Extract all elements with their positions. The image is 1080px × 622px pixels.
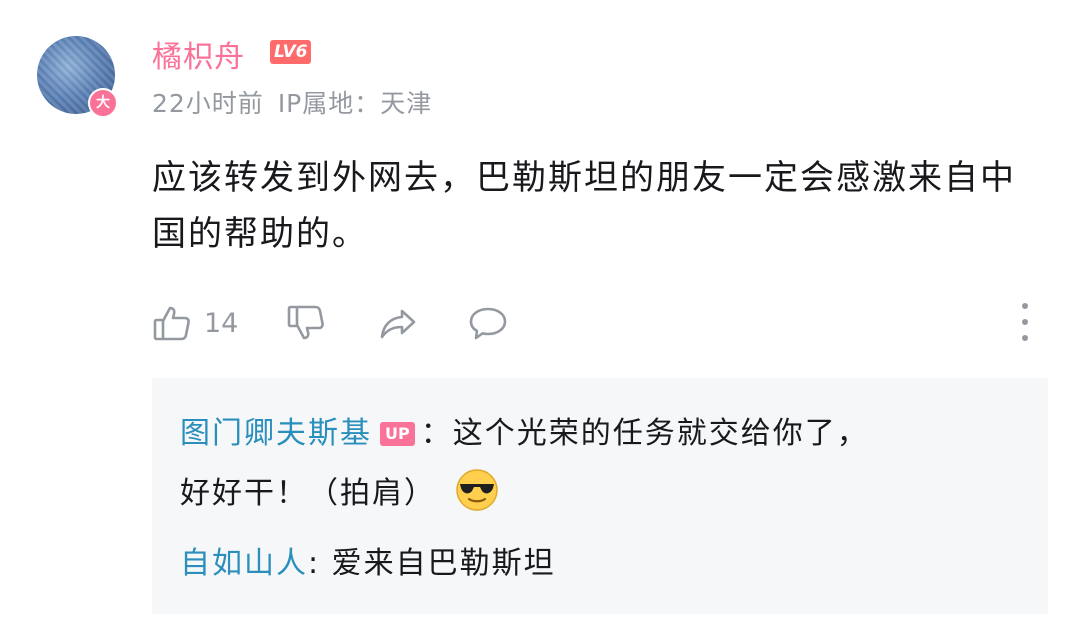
thumbs-down-icon: [287, 305, 324, 340]
replies-panel: 图门卿夫斯基 UP ：这个光荣的任务就交给你了， 好好干！（拍肩） 自如山人: 爱来…: [152, 378, 1048, 614]
reply-username[interactable]: 自如山人: [180, 546, 308, 581]
like-count: 14: [204, 307, 239, 339]
comment-time: 22小时前: [152, 89, 264, 118]
reply-item[interactable]: 自如山人: 爱来自巴勒斯坦: [180, 536, 556, 592]
reply-button[interactable]: [468, 298, 508, 348]
reply-text: : 爱来自巴勒斯坦: [308, 546, 556, 581]
sunglasses-emoji-icon: [455, 469, 498, 511]
comment-username[interactable]: 橘枳舟: [152, 32, 245, 76]
up-badge: UP: [380, 422, 415, 446]
comment-text: 应该转发到外网去，巴勒斯坦的朋友一定会感激来自中国的帮助的。: [152, 158, 1016, 254]
dislike-button[interactable]: [286, 298, 326, 348]
level-badge: LV6: [270, 40, 312, 64]
comment-bubble-icon: [469, 307, 507, 340]
reply-text-line1: ：这个光荣的任务就交给你了，: [420, 416, 869, 451]
thumbs-up-icon: [153, 306, 190, 341]
comment-actions: 14: [152, 298, 1052, 348]
comment-meta: 22小时前 IP属地：天津: [152, 84, 432, 120]
reply-text-line2: 好好干！（拍肩）: [180, 476, 436, 511]
reply-item-continued: 好好干！（拍肩）: [180, 466, 500, 522]
share-icon: [380, 309, 416, 339]
more-vertical-icon[interactable]: [1010, 300, 1040, 344]
reply-username[interactable]: 图门卿夫斯基: [180, 416, 372, 451]
like-button[interactable]: 14: [152, 298, 238, 348]
share-button[interactable]: [378, 298, 418, 348]
avatar-badge: 大: [88, 88, 118, 118]
ip-location: IP属地：天津: [277, 89, 433, 118]
reply-item[interactable]: 图门卿夫斯基 UP ：这个光荣的任务就交给你了，: [180, 406, 869, 462]
